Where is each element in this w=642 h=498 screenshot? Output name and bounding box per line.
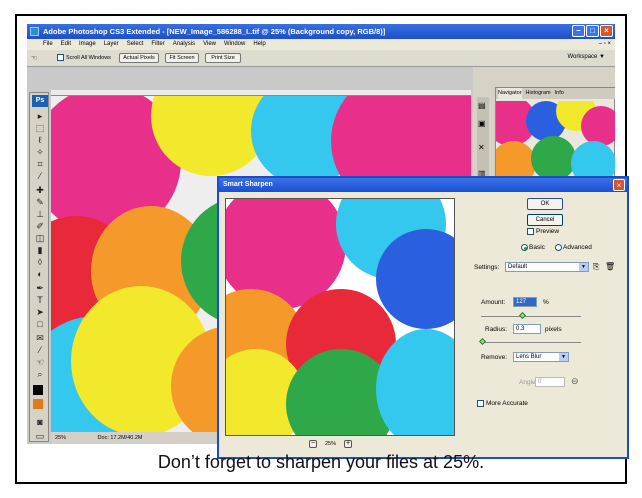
menu-image[interactable]: Image (79, 39, 96, 50)
radius-slider-thumb[interactable] (478, 337, 487, 346)
print-size-button[interactable]: Print Size (205, 53, 241, 63)
scroll-all-checkbox[interactable]: Scroll All Windows (57, 54, 111, 61)
layers-panel-icon[interactable]: ▤ (478, 101, 486, 110)
brush-tool-icon[interactable]: ✎ (33, 197, 47, 208)
tab-histogram[interactable]: Histogram (526, 88, 551, 99)
settings-select[interactable]: Default ▼ (505, 262, 589, 272)
close-icon[interactable]: × (600, 25, 613, 37)
radius-input[interactable]: 0.3 (513, 324, 541, 334)
zoom-out-button[interactable]: − (309, 440, 317, 448)
minimize-icon[interactable]: – (572, 25, 585, 37)
angle-dial-icon[interactable]: ⊖ (571, 376, 579, 387)
slice-tool-icon[interactable]: ⁄ (33, 171, 47, 182)
cancel-button[interactable]: Cancel (527, 214, 563, 226)
path-selection-icon[interactable]: ➤ (33, 307, 47, 318)
status-doc-size: Doc: 17.2M/40.2M (97, 435, 143, 441)
document-window-controls[interactable]: – ▫ × (599, 39, 611, 50)
ps-logo: Ps (32, 95, 48, 107)
navigator-thumbnail[interactable] (496, 101, 615, 186)
smart-sharpen-dialog: Smart Sharpen × − 25% + OK Cancel Previe… (217, 176, 629, 459)
preview-zoom-level: 25% (325, 441, 337, 447)
advanced-radio[interactable]: Advanced (555, 244, 592, 251)
screen-mode-icon[interactable]: ▭ (33, 431, 47, 442)
healing-brush-icon[interactable]: ✚ (33, 185, 47, 196)
type-tool-icon[interactable]: T (33, 295, 47, 306)
more-accurate-checkbox[interactable]: More Accurate (477, 400, 528, 407)
fit-screen-button[interactable]: Fit Screen (165, 53, 199, 63)
save-settings-icon[interactable]: ⎘ (593, 262, 599, 272)
menu-analysis[interactable]: Analysis (173, 39, 195, 50)
window-title: Adobe Photoshop CS3 Extended - [NEW_Imag… (43, 27, 386, 36)
tools-panel: Ps ▸ ⬚ ℓ ✧ ⌗ ⁄ ✚ ✎ ⊥ ✐ ◫ ▮ ◊ ◐ ✒ T ➤ □ ✉… (29, 92, 49, 442)
zoom-tool-icon[interactable]: ⌕ (33, 369, 47, 380)
menu-layer[interactable]: Layer (104, 39, 119, 50)
delete-settings-icon[interactable]: 🗑 (605, 262, 615, 271)
quick-mask-icon[interactable]: ◙ (33, 417, 47, 428)
magic-wand-tool-icon[interactable]: ✧ (33, 147, 47, 158)
photoshop-app-icon (30, 27, 39, 36)
eyedropper-tool-icon[interactable]: ⁄ (33, 345, 47, 356)
workspace-menu[interactable]: Workspace ▼ (567, 54, 605, 60)
shape-tool-icon[interactable]: □ (33, 319, 47, 330)
eraser-tool-icon[interactable]: ◫ (33, 233, 47, 244)
gradient-tool-icon[interactable]: ▮ (33, 245, 47, 256)
foreground-color-swatch[interactable] (33, 385, 43, 395)
blur-tool-icon[interactable]: ◊ (33, 257, 47, 268)
hand-tool-icon[interactable]: ☜ (33, 357, 47, 368)
menu-view[interactable]: View (203, 39, 216, 50)
menu-filter[interactable]: Filter (151, 39, 164, 50)
dialog-title: Smart Sharpen (219, 178, 627, 192)
crop-tool-icon[interactable]: ⌗ (33, 159, 47, 170)
menu-file[interactable]: File (43, 39, 53, 50)
tools-preset-icon[interactable]: ✕ (478, 143, 485, 152)
history-brush-icon[interactable]: ✐ (33, 221, 47, 232)
marquee-tool-icon[interactable]: ⬚ (33, 123, 47, 134)
angle-input[interactable]: 0 (535, 377, 565, 387)
basic-radio[interactable]: Basic (521, 244, 545, 251)
zoom-in-button[interactable]: + (344, 440, 353, 448)
pen-tool-icon[interactable]: ✒ (33, 283, 47, 294)
menu-bar: File Edit Image Layer Select Filter Anal… (27, 39, 615, 50)
status-zoom[interactable]: 25% (55, 435, 66, 441)
remove-select[interactable]: Lens Blur ▼ (513, 352, 569, 362)
amount-slider[interactable] (481, 316, 581, 317)
caption: Don’t forget to sharpen your files at 25… (157, 452, 485, 472)
settings-label: Settings: (474, 264, 500, 271)
dodge-tool-icon[interactable]: ◐ (33, 269, 47, 280)
preview-checkbox[interactable]: Preview (527, 228, 559, 235)
radius-slider[interactable] (481, 342, 581, 343)
tab-info[interactable]: Info (555, 88, 564, 99)
lasso-tool-icon[interactable]: ℓ (33, 135, 47, 146)
actual-pixels-button[interactable]: Actual Pixels (119, 53, 159, 63)
menu-select[interactable]: Select (127, 39, 144, 50)
remove-label: Remove: (481, 354, 508, 361)
amount-unit: % (543, 299, 549, 306)
clone-stamp-icon[interactable]: ⊥ (33, 209, 47, 220)
radius-label: Radius: (485, 326, 508, 333)
radius-unit: pixels (545, 326, 562, 333)
dialog-close-icon[interactable]: × (613, 179, 625, 191)
menu-help[interactable]: Help (253, 39, 265, 50)
window-titlebar: Adobe Photoshop CS3 Extended - [NEW_Imag… (27, 24, 615, 39)
illustration-frame: Adobe Photoshop CS3 Extended - [NEW_Imag… (15, 14, 629, 484)
options-bar: ☜ Scroll All Windows Actual Pixels Fit S… (27, 50, 615, 67)
amount-input[interactable]: 127 (513, 297, 537, 307)
maximize-icon[interactable]: □ (586, 25, 599, 37)
tab-navigator[interactable]: Navigator (498, 88, 522, 99)
move-tool-icon[interactable]: ▸ (33, 111, 47, 122)
amount-label: Amount: (481, 299, 506, 306)
menu-window[interactable]: Window (224, 39, 245, 50)
amount-slider-thumb[interactable] (518, 311, 527, 320)
menu-edit[interactable]: Edit (61, 39, 71, 50)
hand-tool-icon[interactable]: ☜ (31, 54, 37, 62)
background-color-swatch[interactable] (33, 399, 43, 409)
ok-button[interactable]: OK (527, 198, 563, 210)
sharpen-preview[interactable] (225, 198, 455, 436)
history-panel-icon[interactable]: ▣ (478, 119, 486, 128)
notes-tool-icon[interactable]: ✉ (33, 333, 47, 344)
